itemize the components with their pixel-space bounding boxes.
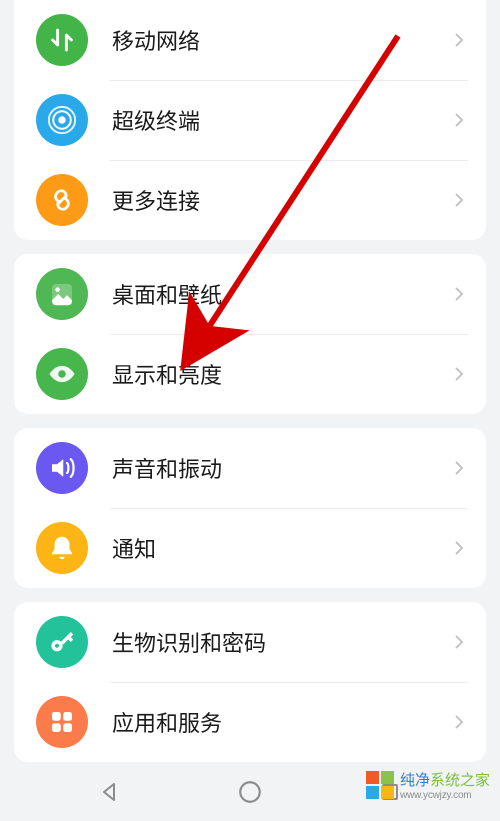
row-display-brightness[interactable]: 显示和亮度 <box>14 334 486 414</box>
watermark: 纯净系统之家 www.ycwjzy.com <box>366 769 490 801</box>
chevron-right-icon <box>450 633 468 651</box>
row-notifications[interactable]: 通知 <box>14 508 486 588</box>
chevron-right-icon <box>450 365 468 383</box>
row-label: 超级终端 <box>112 104 450 136</box>
row-more-connect[interactable]: 更多连接 <box>14 160 486 240</box>
watermark-logo-icon <box>366 771 394 799</box>
sound-icon <box>36 442 88 494</box>
row-super-device[interactable]: 超级终端 <box>14 80 486 160</box>
chevron-right-icon <box>450 713 468 731</box>
settings-group-security: 生物识别和密码 应用和服务 <box>14 602 486 762</box>
row-label: 显示和亮度 <box>112 358 450 390</box>
row-biometrics-password[interactable]: 生物识别和密码 <box>14 602 486 682</box>
row-label: 桌面和壁纸 <box>112 278 450 310</box>
apps-icon <box>36 696 88 748</box>
row-label: 移动网络 <box>112 24 450 56</box>
key-icon <box>36 616 88 668</box>
row-label: 生物识别和密码 <box>112 626 450 658</box>
watermark-url: www.ycwjzy.com <box>400 790 490 801</box>
row-label: 应用和服务 <box>112 706 450 738</box>
chevron-right-icon <box>450 31 468 49</box>
eye-icon <box>36 348 88 400</box>
row-label: 更多连接 <box>112 184 450 216</box>
super-device-icon <box>36 94 88 146</box>
row-sound-vibration[interactable]: 声音和振动 <box>14 428 486 508</box>
watermark-brand: 纯净系统之家 <box>400 769 490 790</box>
row-apps-services[interactable]: 应用和服务 <box>14 682 486 762</box>
link-icon <box>36 174 88 226</box>
bell-icon <box>36 522 88 574</box>
chevron-right-icon <box>450 111 468 129</box>
nav-back-button[interactable] <box>96 778 124 806</box>
wallpaper-icon <box>36 268 88 320</box>
chevron-right-icon <box>450 539 468 557</box>
chevron-right-icon <box>450 285 468 303</box>
row-home-wallpaper[interactable]: 桌面和壁纸 <box>14 254 486 334</box>
settings-group-sound: 声音和振动 通知 <box>14 428 486 588</box>
nav-home-button[interactable] <box>236 778 264 806</box>
mobile-network-icon <box>36 14 88 66</box>
chevron-right-icon <box>450 191 468 209</box>
chevron-right-icon <box>450 459 468 477</box>
settings-group-connectivity: 移动网络 超级终端 更多连接 <box>14 0 486 240</box>
row-label: 声音和振动 <box>112 452 450 484</box>
settings-group-display: 桌面和壁纸 显示和亮度 <box>14 254 486 414</box>
row-mobile-network[interactable]: 移动网络 <box>14 0 486 80</box>
row-label: 通知 <box>112 532 450 564</box>
